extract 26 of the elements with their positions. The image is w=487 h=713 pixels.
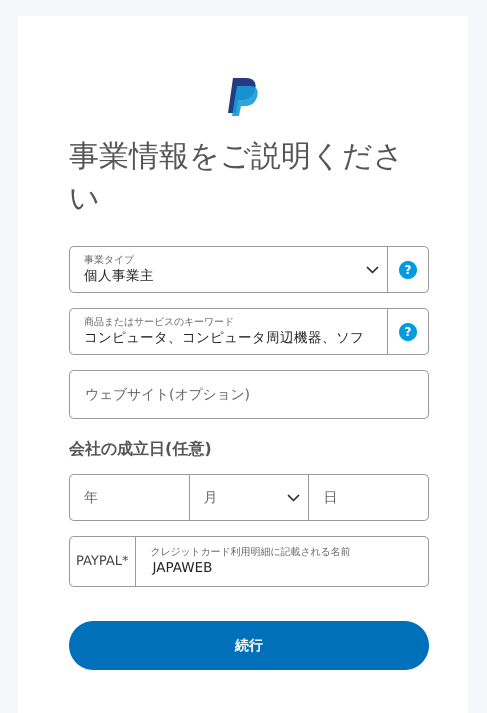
field-label: 商品またはサービスのキーワード xyxy=(84,316,235,328)
logo-icon xyxy=(226,78,258,116)
field-placeholder: 月 xyxy=(204,488,218,506)
chevron-down-icon xyxy=(366,266,379,274)
select-field[interactable]: 月 xyxy=(190,474,310,521)
field-label: 事業タイプ xyxy=(84,254,136,266)
input-field[interactable]: ウェブサイト(オプション) xyxy=(69,370,429,419)
section-heading: 会社の成立日(任意) xyxy=(69,439,213,460)
field-value: JAPAWEB xyxy=(150,558,214,578)
page-title: 事業情報をご説明ください xyxy=(69,138,405,218)
field-value: 個人事業主 xyxy=(84,266,155,286)
field-value: コンピュータ、コンピュータ周辺機器、ソフ xyxy=(84,328,365,348)
field-placeholder: ウェブサイト(オプション) xyxy=(85,386,250,404)
field-placeholder: 日 xyxy=(323,488,338,506)
input-field[interactable]: 商品またはサービスのキーワード コンピュータ、コンピュータ周辺機器、ソフ ? xyxy=(69,308,429,355)
input-field[interactable]: 日 xyxy=(309,474,430,521)
field-placeholder: 年 xyxy=(84,488,98,506)
continue-button[interactable]: 続行 xyxy=(69,621,429,670)
select-field[interactable]: 事業タイプ 個人事業主 ? xyxy=(69,246,429,293)
prefix-label: PAYPAL* xyxy=(75,554,130,569)
help-button[interactable]: ? xyxy=(399,260,417,278)
chevron-down-icon xyxy=(287,494,300,502)
field-label: クレジットカード利用明細に記載される名前 xyxy=(150,546,352,558)
input-field[interactable]: クレジットカード利用明細に記載される名前 JAPAWEB xyxy=(135,537,428,586)
input-field[interactable]: 年 xyxy=(69,474,190,521)
help-button[interactable]: ? xyxy=(399,322,417,340)
